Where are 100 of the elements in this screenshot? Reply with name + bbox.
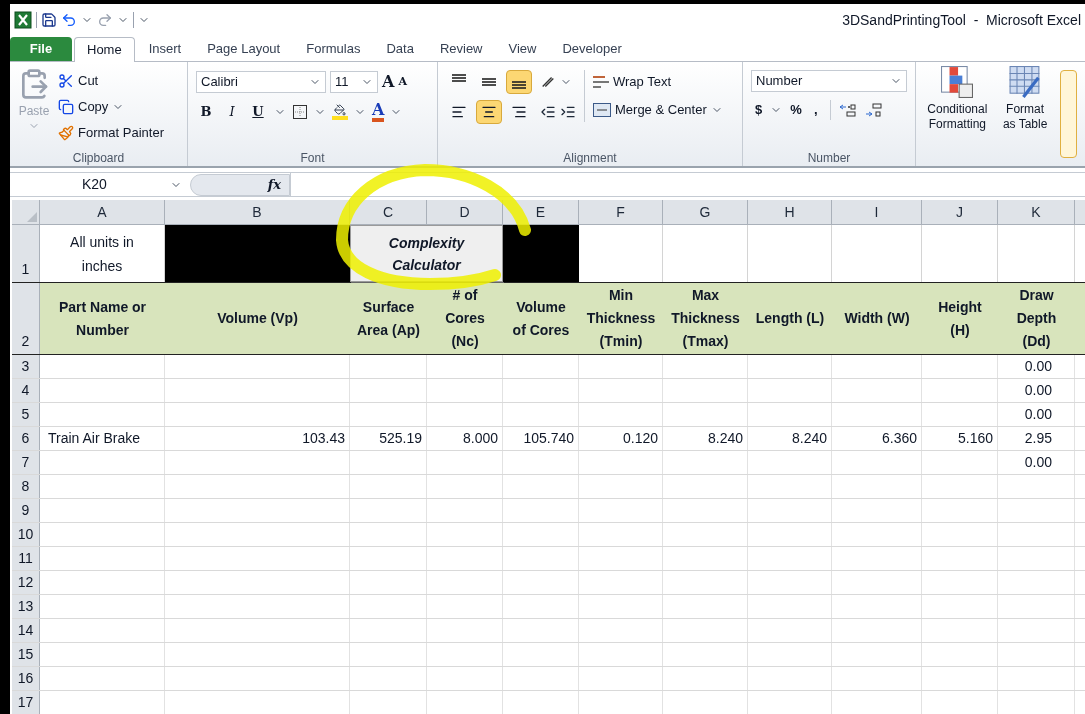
merge-cells-icon <box>593 103 611 117</box>
save-icon[interactable] <box>41 12 57 28</box>
decrease-decimal-icon[interactable] <box>864 102 883 118</box>
merge-center-button[interactable]: Merge & Center <box>593 100 723 120</box>
ribbon-tab[interactable]: View <box>496 37 549 61</box>
align-left-icon <box>451 104 467 120</box>
column-header[interactable]: H <box>748 200 832 224</box>
row-header[interactable]: 4 <box>12 379 40 402</box>
bold-button[interactable]: B <box>196 102 216 122</box>
column-header[interactable]: A <box>40 200 165 224</box>
group-label: Font <box>300 150 325 167</box>
row-header[interactable]: 10 <box>12 523 40 546</box>
table-cell-text: 0.120 <box>622 429 658 448</box>
shrink-font-button[interactable]: A <box>398 73 407 91</box>
row-header[interactable]: 2 <box>12 283 40 354</box>
format-as-table-button[interactable]: Format as Table <box>998 66 1052 132</box>
row-header[interactable]: 6 <box>12 427 40 450</box>
name-box[interactable]: K20 <box>10 173 190 196</box>
row-header[interactable]: 17 <box>12 691 40 714</box>
undo-icon[interactable] <box>61 12 77 28</box>
window-title: 3DSandPrintingTool - Microsoft Excel <box>842 10 1081 30</box>
column-header[interactable]: B <box>165 200 350 224</box>
column-heading: Length (L) <box>755 309 825 328</box>
fill-color-icon[interactable] <box>332 104 348 120</box>
conditional-formatting-icon <box>941 66 974 98</box>
orientation-icon[interactable] <box>540 74 556 90</box>
table-cell-text: 2.95 <box>1024 429 1052 448</box>
column-header[interactable]: G <box>663 200 748 224</box>
borders-icon[interactable] <box>292 104 308 120</box>
font-name-field[interactable]: Calibri <box>196 71 326 93</box>
vertical-align-button[interactable] <box>506 70 532 94</box>
column-heading: Volume (Vp) <box>217 309 298 328</box>
scissors-icon <box>58 73 74 89</box>
table-cell-text: 103.43 <box>302 429 345 448</box>
table-cell-text: 0.00 <box>1024 357 1052 376</box>
ribbon-tab[interactable]: Home <box>74 37 135 62</box>
row-header[interactable]: 8 <box>12 475 40 498</box>
increase-indent-icon[interactable] <box>560 104 576 120</box>
ribbon-tab[interactable]: Review <box>427 37 495 61</box>
ribbon-tab[interactable]: Formulas <box>294 37 373 61</box>
function-label[interactable]: fx <box>267 174 281 195</box>
conditional-formatting-button[interactable]: Conditional Formatting <box>924 66 991 132</box>
column-heading: Max Thickness (Tmax) <box>670 286 741 351</box>
table-cell-text: 8.240 <box>707 429 743 448</box>
align-middle-icon <box>482 78 496 86</box>
column-heading: Width (W) <box>844 309 910 328</box>
wrap-text-button[interactable]: Wrap Text <box>593 72 723 92</box>
group-label: Clipboard <box>72 150 125 167</box>
row-header[interactable]: 3 <box>12 355 40 378</box>
ribbon-tab[interactable]: Developer <box>550 37 634 61</box>
font-size-field[interactable]: 11 <box>330 71 378 93</box>
row-header[interactable]: 12 <box>12 571 40 594</box>
ribbon-tab[interactable]: Insert <box>136 37 194 61</box>
italic-button[interactable]: I <box>222 102 242 122</box>
column-header[interactable]: I <box>832 200 922 224</box>
column-header[interactable]: F <box>579 200 663 224</box>
file-tab[interactable]: File <box>10 37 72 61</box>
row-header[interactable]: 5 <box>12 403 40 426</box>
cell-styles-swatch[interactable] <box>1059 70 1077 158</box>
table-cell-text: 6.360 <box>881 429 917 448</box>
ribbon-tab[interactable]: Page Layout <box>195 37 293 61</box>
row-header[interactable]: 1 <box>12 225 40 282</box>
comma-button[interactable]: , <box>809 100 822 120</box>
ribbon-tab[interactable]: Data <box>374 37 426 61</box>
group-label: Alignment <box>563 150 617 167</box>
column-header[interactable]: C <box>350 200 427 224</box>
row-header[interactable]: 13 <box>12 595 40 618</box>
row-header[interactable]: 15 <box>12 643 40 666</box>
horizontal-align-button[interactable] <box>476 100 502 124</box>
table-cell-text: 0.00 <box>1024 381 1052 400</box>
font-color-button[interactable]: A <box>372 102 385 122</box>
column-header[interactable]: K <box>998 200 1075 224</box>
column-heading: # of Cores (Nc) <box>444 286 486 351</box>
currency-button[interactable]: $ <box>755 100 763 120</box>
row-header[interactable]: 16 <box>12 667 40 690</box>
column-header[interactable]: J <box>922 200 998 224</box>
align-bottom-icon <box>512 81 526 89</box>
table-cell-text: 525.19 <box>379 429 422 448</box>
row-header[interactable]: 11 <box>12 547 40 570</box>
number-format-field[interactable]: Number <box>751 70 907 92</box>
copy-button[interactable]: Copy <box>58 96 164 118</box>
grow-font-button[interactable]: A <box>382 70 395 94</box>
row-header[interactable]: 7 <box>12 451 40 474</box>
table-cell-text: 8.240 <box>791 429 827 448</box>
row-header[interactable]: 14 <box>12 619 40 642</box>
underline-button[interactable]: U <box>248 102 268 122</box>
align-center-icon <box>481 104 497 120</box>
increase-decimal-icon[interactable] <box>838 102 857 118</box>
format-painter-button[interactable]: Format Painter <box>58 122 164 144</box>
column-header[interactable]: D <box>427 200 503 224</box>
percent-button[interactable]: % <box>790 100 802 120</box>
table-cell-text: All units in inches <box>69 232 135 276</box>
decrease-indent-icon[interactable] <box>540 104 556 120</box>
cut-button[interactable]: Cut <box>58 70 164 92</box>
table-cell-text: 105.740 <box>523 429 574 448</box>
row-header[interactable]: 9 <box>12 499 40 522</box>
group-label: Number <box>807 150 851 167</box>
column-heading: Part Name or Number <box>57 297 148 340</box>
column-header[interactable]: E <box>503 200 579 224</box>
table-cell-text: 5.160 <box>957 429 993 448</box>
